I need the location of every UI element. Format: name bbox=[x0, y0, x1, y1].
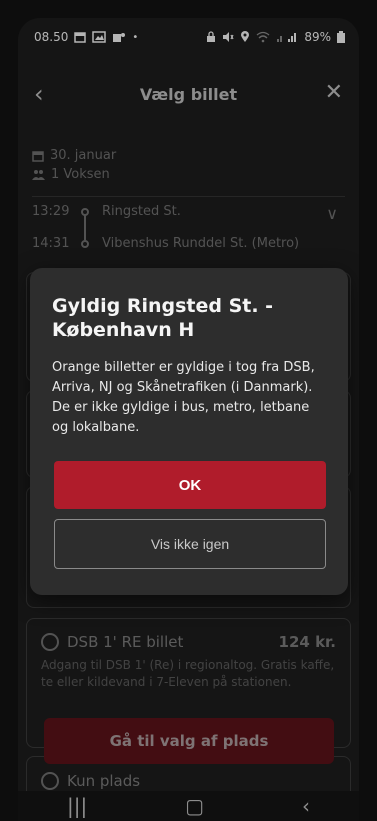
ok-button[interactable]: OK bbox=[54, 461, 326, 509]
app-screen: 08.50 • 89% ‹ Vælg billet ✕ 30. januar 1… bbox=[18, 18, 359, 821]
dont-show-again-button[interactable]: Vis ikke igen bbox=[54, 519, 326, 569]
dialog-body: Orange billetter er gyldige i tog fra DS… bbox=[52, 360, 315, 435]
dialog-title: Gyldig Ringsted St. - København H bbox=[52, 295, 274, 341]
validity-dialog: Gyldig Ringsted St. - København H Orange… bbox=[30, 268, 348, 595]
